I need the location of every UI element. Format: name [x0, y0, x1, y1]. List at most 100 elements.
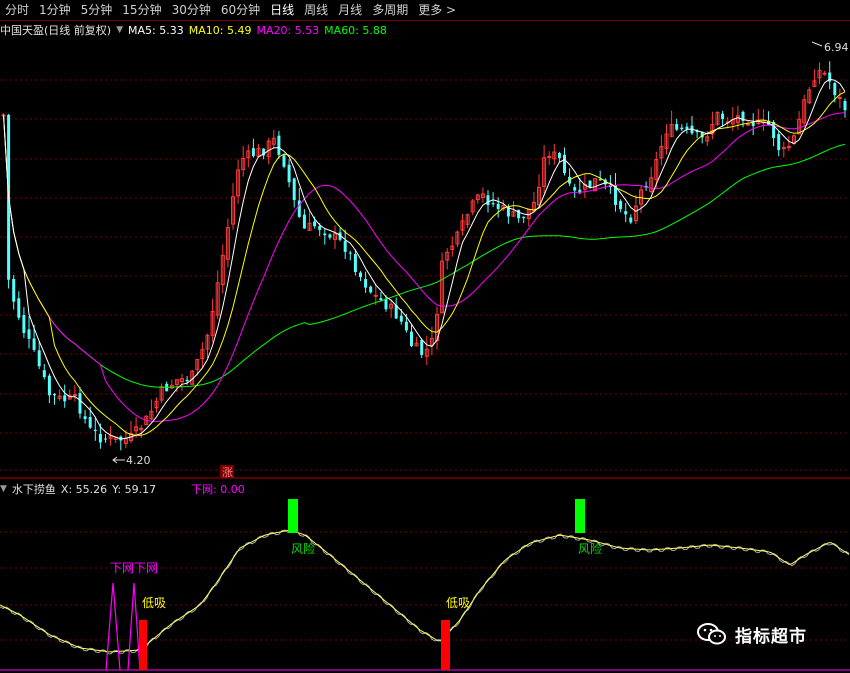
net-spike-2 [127, 582, 141, 671]
buy-bar-1 [139, 620, 147, 670]
tab-60min[interactable]: 60分钟 [216, 0, 265, 20]
tab-5min[interactable]: 5分钟 [76, 0, 118, 20]
tab-30min[interactable]: 30分钟 [167, 0, 216, 20]
candle-body [32, 338, 36, 350]
net-label: 下网下网 [110, 561, 158, 575]
chart-canvas[interactable]: 6.94 4.20 涨 下网下网 风险 风险 低吸 低吸 [0, 0, 850, 673]
candle-body [83, 416, 87, 420]
risk-label-1: 风险 [291, 541, 315, 556]
candle-body [619, 201, 623, 210]
candle-body [772, 121, 776, 139]
low-price-label: 4.20 [126, 454, 151, 467]
indicator-settings-icon[interactable]: ▼ [0, 484, 7, 494]
risk-bar-1 [288, 499, 298, 533]
candle-body [721, 113, 725, 119]
candle-body [598, 179, 602, 181]
tab-15min[interactable]: 15分钟 [117, 0, 166, 20]
tab-weekly[interactable]: 周线 [299, 0, 333, 20]
candle-body [47, 375, 51, 396]
risk-label-2: 风险 [578, 541, 602, 556]
candle-body [777, 134, 781, 151]
indicator-header: ▼ 水下捞鱼 X: 55.26 Y: 59.17 下网: 0.00 [0, 481, 250, 497]
candle-body [302, 214, 306, 229]
tab-multi-period[interactable]: 多周期 [367, 0, 413, 20]
candle-body [781, 147, 786, 150]
more-label: 更多 [418, 3, 443, 17]
candle-body [410, 331, 413, 347]
buy-bar-2 [441, 620, 450, 670]
candle-body [78, 393, 82, 414]
candle-body [318, 226, 322, 230]
indicator-net-value: 下网: 0.00 [191, 483, 245, 496]
buy-label-1: 低吸 [142, 596, 166, 610]
candle-body [364, 279, 368, 288]
indicator-y-value: Y: 59.17 [112, 482, 157, 496]
zhang-badge-text: 涨 [222, 466, 233, 479]
tab-daily[interactable]: 日线 [265, 0, 299, 20]
candle-body [12, 279, 16, 302]
candle-body [547, 155, 552, 158]
candle-body [746, 123, 751, 126]
candle-body [17, 298, 21, 318]
candlesticks[interactable] [1, 61, 847, 451]
low-marker: 4.20 [112, 454, 151, 467]
watermark: 指标超市 [697, 621, 807, 647]
candle-body [751, 122, 755, 126]
ma5-value: MA5: 5.33 [128, 23, 184, 37]
candle-body [486, 195, 490, 206]
candle-body [104, 438, 107, 440]
risk-bar-2 [575, 499, 585, 533]
candle-body [833, 83, 837, 96]
candle-body [343, 240, 347, 252]
candle-body [369, 286, 373, 293]
candle-body [27, 329, 31, 339]
candle-body [42, 370, 46, 378]
candle-body [353, 254, 357, 273]
indicator-name[interactable]: 水下捞鱼 [12, 481, 56, 497]
candle-body [843, 100, 847, 111]
indicator-x-value: X: 55.26 [60, 482, 108, 496]
candle-body [522, 216, 526, 219]
candle-body [822, 72, 827, 75]
candle-body [323, 233, 327, 236]
candle-body [420, 340, 424, 355]
candle-body [287, 164, 291, 183]
settings-arrow-icon[interactable]: ▼ [116, 25, 123, 35]
ma20-line [3, 112, 846, 423]
tab-1min[interactable]: 1分钟 [34, 0, 76, 20]
candle-body [675, 124, 679, 130]
candle-body [72, 394, 77, 397]
candle-body [93, 429, 97, 432]
grid-lines [0, 79, 850, 641]
candle-body [563, 154, 566, 174]
wechat-icon [697, 623, 726, 645]
stock-title[interactable]: 中国天盈(日线 前复权) [0, 22, 111, 38]
tab-realtime[interactable]: 分时 [0, 0, 34, 20]
candle-body [348, 252, 352, 254]
candle-body [37, 350, 41, 367]
high-price-label: 6.94 [824, 41, 849, 54]
candle-body [251, 148, 255, 157]
candle-body [313, 221, 317, 227]
candle-body [98, 433, 102, 443]
watermark-text: 指标超市 [735, 626, 807, 647]
candle-body [680, 127, 684, 130]
period-toolbar: 分时 1分钟 5分钟 15分钟 30分钟 60分钟 日线 周线 月线 多周期 更… [0, 0, 850, 20]
ma5-line [3, 78, 846, 440]
high-marker: 6.94 [811, 41, 849, 54]
candle-body [53, 394, 56, 396]
candle-body [292, 178, 296, 201]
candle-body [359, 272, 362, 278]
zhang-badge[interactable]: 涨 [220, 465, 234, 479]
candle-body [491, 203, 495, 205]
candle-body [629, 217, 633, 223]
tab-more[interactable]: 更多 > [413, 0, 461, 20]
candle-body [624, 211, 628, 215]
candle-body [557, 153, 561, 159]
ma20-value: MA20: 5.53 [256, 23, 320, 37]
tab-monthly[interactable]: 月线 [333, 0, 367, 20]
candle-body [277, 135, 281, 155]
candle-body [496, 203, 500, 209]
candle-body [384, 298, 388, 310]
candle-body [373, 294, 378, 297]
